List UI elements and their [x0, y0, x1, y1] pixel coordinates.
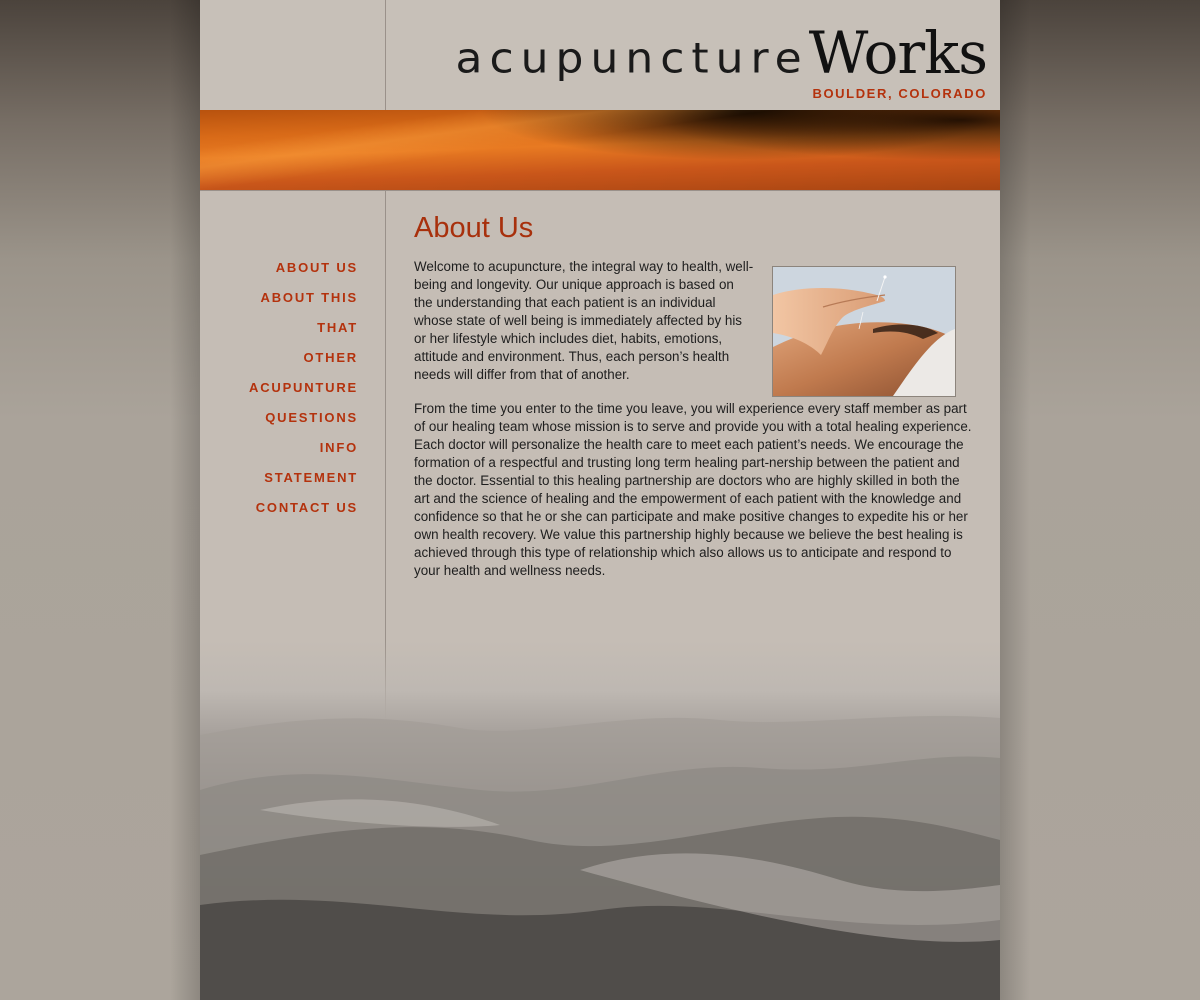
nav-item-contact-us[interactable]: CONTACT US [200, 499, 358, 529]
nav-item-other[interactable]: OTHER [200, 349, 358, 379]
header-divider-line [385, 0, 386, 110]
nav-item-acupunture[interactable]: ACUPUNTURE [200, 379, 358, 409]
page-column: acupunctureWorks BOULDER, COLORADO ABOUT… [200, 0, 1000, 1000]
team-paragraph: From the time you enter to the time you … [414, 401, 972, 578]
page-shadow-right [1000, 0, 1030, 1000]
logo-text-light: acupuncture [455, 34, 809, 83]
main-nav: ABOUT US ABOUT THIS THAT OTHER ACUPUNTUR… [200, 259, 358, 529]
site-tagline: BOULDER, COLORADO [812, 86, 987, 101]
content-divider-line [385, 190, 386, 720]
nav-item-about-this[interactable]: ABOUT THIS [200, 289, 358, 319]
intro-paragraph: Welcome to acupuncture, the integral way… [414, 259, 754, 382]
site-header: acupunctureWorks BOULDER, COLORADO [200, 0, 1000, 110]
acupuncture-photo-illustration [773, 267, 955, 396]
acupuncture-photo [772, 266, 956, 397]
nav-item-questions[interactable]: QUESTIONS [200, 409, 358, 439]
banner-sheen [200, 110, 1000, 190]
page-shadow-left [170, 0, 200, 1000]
logo-text-bold: Works [808, 19, 988, 87]
dune-banner-image [200, 110, 1000, 191]
nav-item-info[interactable]: INFO [200, 439, 358, 469]
nav-item-about-us[interactable]: ABOUT US [200, 259, 358, 289]
bottom-dunes-image [200, 640, 1000, 1000]
nav-item-that[interactable]: THAT [200, 319, 358, 349]
nav-item-statement[interactable]: STATEMENT [200, 469, 358, 499]
dunes-illustration [200, 715, 1000, 1000]
site-logo[interactable]: acupunctureWorks [455, 19, 988, 87]
page-title: About Us [414, 212, 534, 244]
